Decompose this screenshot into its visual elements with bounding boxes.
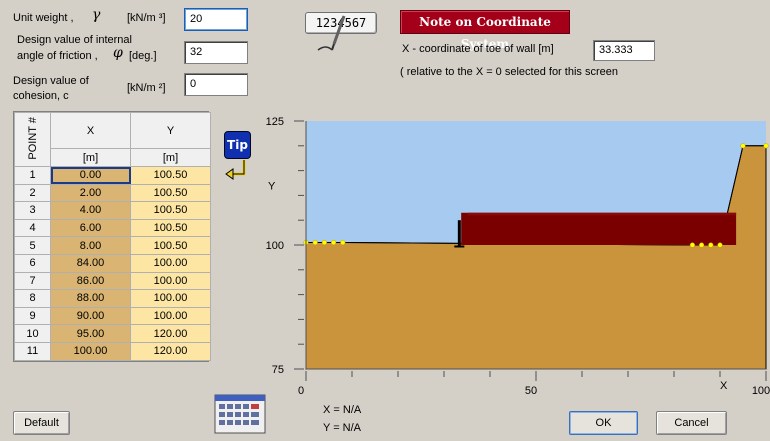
point-number-cell: 3 [14, 201, 51, 220]
x-value-cell[interactable]: 0.00 [50, 166, 131, 185]
y-tick-label: 100 [266, 240, 284, 252]
y-value-cell[interactable]: 120.00 [130, 341, 211, 361]
profile-point [312, 239, 318, 246]
point-number-cell: 9 [14, 306, 51, 326]
pen-icon [317, 15, 346, 51]
point-number-cell: 4 [14, 218, 51, 238]
point-number-cell: 8 [14, 289, 51, 308]
table-row: 6 84.00 100.00 [14, 253, 211, 273]
friction-unit: [deg.] [129, 50, 157, 62]
gamma-symbol: γ [92, 7, 101, 23]
default-button[interactable]: Default [13, 411, 70, 435]
x-value-cell[interactable]: 6.00 [50, 218, 131, 238]
toe-label: X - coordinate of toe of wall [m] [402, 43, 554, 55]
wall-top-edge [467, 212, 737, 216]
y-value-cell[interactable]: 120.00 [130, 324, 211, 343]
table-row: 9 90.00 100.00 [14, 306, 211, 326]
column-x-header: X [50, 111, 131, 150]
cohesion-unit: [kN/m ²] [127, 82, 166, 94]
friction-angle-input[interactable]: 32 [184, 41, 248, 64]
profile-point [740, 143, 746, 149]
x-value-cell[interactable]: 88.00 [50, 289, 131, 308]
point-number-cell: 10 [14, 324, 51, 343]
point-number-cell: 5 [14, 236, 51, 255]
table-row: 4 6.00 100.50 [14, 218, 211, 238]
note-coordinate-system-button[interactable]: Note on Coordinate System [400, 10, 570, 51]
calculator-icon[interactable] [214, 394, 266, 434]
x-value-cell[interactable]: 95.00 [50, 324, 131, 343]
relative-note: ( relative to the X = 0 selected for thi… [400, 66, 618, 78]
cohesion-label-line1: Design value of [13, 75, 89, 87]
y-value-cell[interactable]: 100.50 [130, 201, 211, 220]
table-row: 7 86.00 100.00 [14, 271, 211, 291]
phi-symbol: φ [113, 45, 123, 61]
point-number-cell: 7 [14, 271, 51, 291]
x-value-cell[interactable]: 90.00 [50, 306, 131, 326]
table-row: 5 8.00 100.50 [14, 236, 211, 255]
x-value-cell[interactable]: 2.00 [50, 183, 131, 203]
cross-section-plot[interactable]: 125 100 75 0 50 100 Y X [255, 112, 770, 402]
table-row: 3 4.00 100.50 [14, 201, 211, 220]
y-readout: Y = N/A [323, 422, 362, 434]
y-value-cell[interactable]: 100.50 [130, 236, 211, 255]
friction-label-line2: angle of friction , [17, 50, 98, 62]
y-tick-label: 125 [266, 116, 284, 128]
x-value-cell[interactable]: 100.00 [50, 341, 131, 361]
ok-button[interactable]: OK [569, 411, 638, 435]
profile-point [321, 239, 327, 246]
x-readout: X = N/A [323, 404, 362, 416]
profile-point [331, 239, 337, 246]
point-number-cell: 1 [14, 166, 51, 185]
unit-weight-label: Unit weight , [13, 12, 74, 24]
table-row: 8 88.00 100.00 [14, 289, 211, 308]
cancel-button[interactable]: Cancel [656, 411, 727, 435]
table-row: 1 0.00 100.50 [14, 166, 211, 185]
y-tick-label: 75 [272, 364, 284, 376]
table-row: 2 2.00 100.50 [14, 183, 211, 203]
profile-point [689, 242, 695, 248]
return-arrow-icon [225, 160, 246, 180]
points-table: POINT # X Y [m] [m] 1 0.00 100.50 2 2.00 100.… [13, 111, 211, 362]
profile-point [763, 143, 769, 149]
table-row: 11 100.00 120.00 [14, 341, 211, 361]
column-y-header: Y [130, 111, 211, 150]
x-value-cell[interactable]: 8.00 [50, 236, 131, 255]
wall-backfill-block [461, 212, 737, 245]
tip-label: Tip [227, 138, 248, 152]
table-row: 10 95.00 120.00 [14, 324, 211, 343]
y-value-cell[interactable]: 100.50 [130, 166, 211, 185]
profile-point [699, 242, 705, 248]
y-axis-label: Y [268, 180, 276, 192]
column-x-unit: [m] [50, 148, 131, 167]
y-value-cell[interactable]: 100.00 [130, 253, 211, 273]
y-value-cell[interactable]: 100.00 [130, 271, 211, 291]
unit-weight-unit: [kN/m ³] [127, 12, 166, 24]
point-number-cell: 11 [14, 341, 51, 361]
y-value-cell[interactable]: 100.00 [130, 306, 211, 326]
cohesion-label-line2: cohesion, c [13, 90, 69, 102]
tip-button[interactable]: Tip [224, 131, 251, 159]
x-tick-label: 0 [298, 385, 304, 397]
x-value-cell[interactable]: 84.00 [50, 253, 131, 273]
point-number-cell: 6 [14, 253, 51, 273]
point-number-header: POINT # [14, 112, 51, 167]
x-axis-label: X [720, 380, 728, 392]
y-value-cell[interactable]: 100.50 [130, 218, 211, 238]
profile-point [340, 239, 346, 246]
x-value-cell[interactable]: 4.00 [50, 201, 131, 220]
profile-point [708, 242, 714, 248]
toe-x-input[interactable]: 33.333 [593, 40, 655, 61]
x-value-cell[interactable]: 86.00 [50, 271, 131, 291]
x-tick-label: 50 [525, 385, 537, 397]
y-value-cell[interactable]: 100.00 [130, 289, 211, 308]
column-y-unit: [m] [130, 148, 211, 167]
point-number-cell: 2 [14, 183, 51, 203]
x-tick-label: 100 [752, 385, 770, 397]
cohesion-input[interactable]: 0 [184, 73, 248, 96]
unit-weight-input[interactable]: 20 [184, 8, 248, 31]
profile-point [717, 242, 723, 248]
y-value-cell[interactable]: 100.50 [130, 183, 211, 203]
